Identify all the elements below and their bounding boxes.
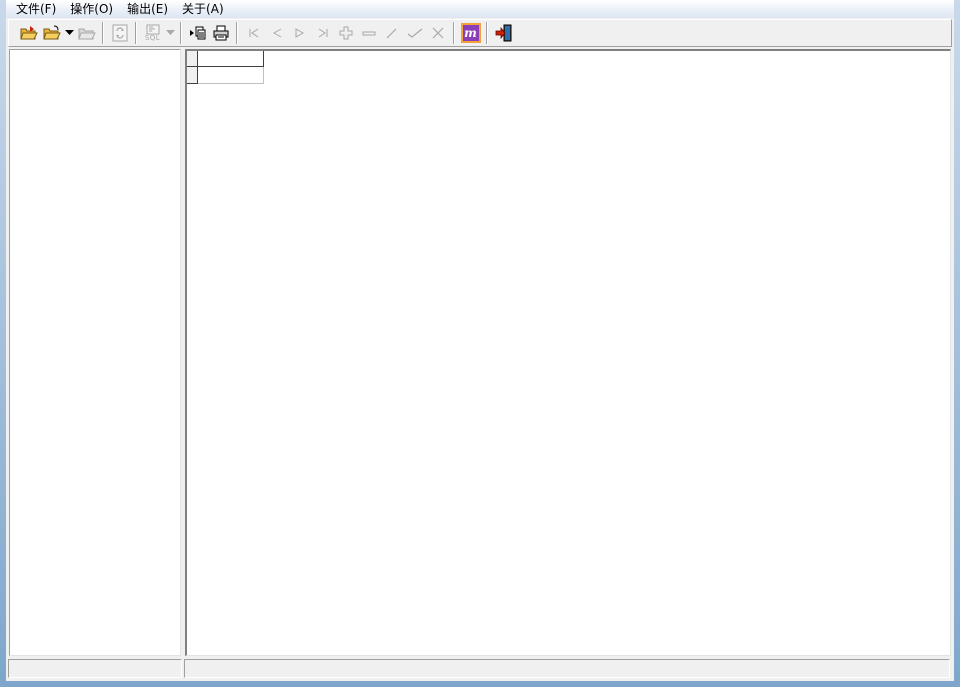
open-folder-disabled-icon: [77, 28, 96, 40]
grid-cell[interactable]: [198, 67, 264, 84]
delete-record-icon: [362, 31, 375, 36]
export-copy-icon: [189, 26, 205, 40]
grid-column-header[interactable]: [198, 51, 264, 67]
app-logo-button[interactable]: m: [459, 22, 482, 44]
window-frame-right: [954, 0, 960, 687]
app-logo-label: m: [464, 26, 477, 40]
menu-bar: 文件(F) 操作(O) 输出(E) 关于(A): [6, 0, 954, 18]
prev-record-icon: [272, 28, 281, 38]
refresh-button[interactable]: [108, 22, 131, 44]
sql-button[interactable]: SQL: [141, 22, 164, 44]
status-pane-right: [184, 659, 950, 678]
toolbar-separator: [453, 22, 455, 44]
grid-corner-cell[interactable]: [187, 51, 198, 67]
open-red-folder-icon: [19, 26, 38, 40]
dropdown-arrow-icon: [64, 30, 74, 35]
main-window: 文件(F) 操作(O) 输出(E) 关于(A) SQL m: [6, 0, 954, 681]
cancel-record-icon: [432, 27, 443, 39]
print-icon: [213, 25, 228, 41]
edit-record-icon: [386, 28, 396, 39]
refresh-icon: [112, 24, 127, 42]
menu-operate[interactable]: 操作(O): [63, 0, 120, 18]
status-bar: [6, 657, 954, 679]
next-record-icon: [295, 28, 304, 38]
sql-dropdown-button[interactable]: [164, 22, 176, 44]
toolbar: SQL m: [8, 19, 952, 47]
first-record-icon: [249, 28, 258, 38]
sql-label: SQL: [144, 34, 161, 42]
app-logo-icon: m: [460, 23, 481, 43]
toolbar-separator: [180, 22, 182, 44]
window-frame-bottom: [0, 681, 960, 687]
toolbar-separator: [236, 22, 238, 44]
exit-icon: [495, 24, 511, 42]
next-record-button[interactable]: [288, 22, 311, 44]
grid-row-indicator[interactable]: [187, 67, 198, 84]
toolbar-separator: [102, 22, 104, 44]
delete-record-button[interactable]: [357, 22, 380, 44]
menu-about[interactable]: 关于(A): [175, 0, 231, 18]
toolbar-separator: [135, 22, 137, 44]
first-record-button[interactable]: [242, 22, 265, 44]
toolbar-separator: [486, 22, 488, 44]
sql-dropdown-icon: [165, 30, 175, 35]
status-pane-left: [8, 659, 182, 678]
last-record-icon: [318, 28, 327, 38]
print-button[interactable]: [209, 22, 232, 44]
open-dropdown-button[interactable]: [63, 22, 75, 44]
open-folder-disabled-button[interactable]: [75, 22, 98, 44]
prev-record-button[interactable]: [265, 22, 288, 44]
edit-record-button[interactable]: [380, 22, 403, 44]
export-copy-button[interactable]: [186, 22, 209, 44]
menu-output[interactable]: 输出(E): [120, 0, 175, 18]
last-record-button[interactable]: [311, 22, 334, 44]
open-folder-button[interactable]: [40, 22, 63, 44]
insert-record-button[interactable]: [334, 22, 357, 44]
post-record-icon: [407, 28, 422, 38]
exit-button[interactable]: [492, 22, 515, 44]
post-record-button[interactable]: [403, 22, 426, 44]
cancel-record-button[interactable]: [426, 22, 449, 44]
open-folder-icon: [42, 25, 61, 40]
menu-file[interactable]: 文件(F): [9, 0, 63, 18]
insert-record-icon: [339, 26, 352, 40]
open-red-folder-button[interactable]: [17, 22, 40, 44]
tree-panel[interactable]: [9, 49, 181, 656]
data-grid[interactable]: [185, 49, 951, 656]
